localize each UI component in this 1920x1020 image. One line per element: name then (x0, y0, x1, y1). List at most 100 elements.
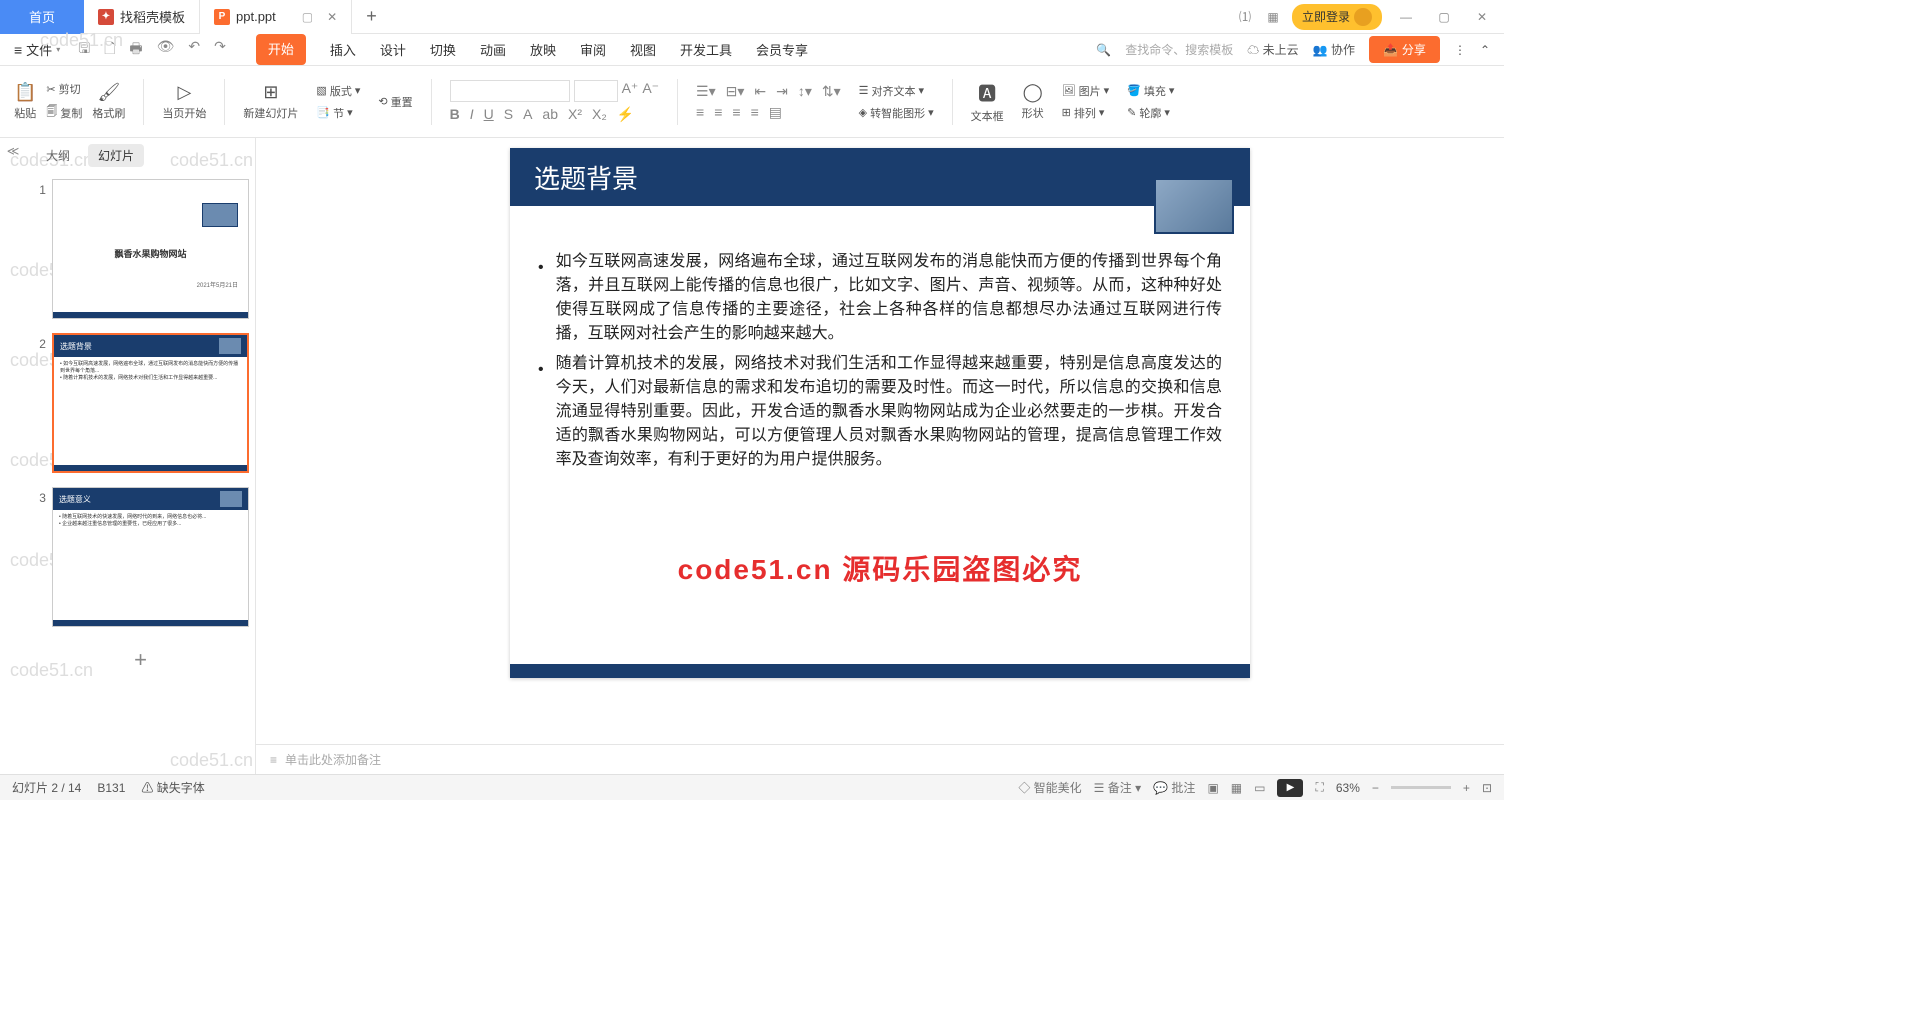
file-menu[interactable]: ≡ 文件 ▾ (14, 40, 60, 59)
undo-icon[interactable]: ↶ (188, 38, 200, 62)
share-button[interactable]: 📤 分享 (1369, 36, 1440, 63)
align-right-icon[interactable]: ≡ (732, 104, 740, 121)
section-button[interactable]: 📑 节 ▾ (316, 105, 360, 121)
slide-canvas[interactable]: 选题背景 • 如今互联网高速发展，网络遍布全球，通过互联网发布的消息能快而方便的… (510, 148, 1250, 678)
fit-icon[interactable]: ⛶ (1315, 780, 1323, 795)
indent-inc-icon[interactable]: ⇥ (776, 83, 788, 100)
clear-format-icon[interactable]: ⚡ (617, 106, 634, 123)
shape-button[interactable]: ◯形状 (1022, 82, 1044, 121)
arrange-button[interactable]: ⊞ 排列 ▾ (1062, 105, 1110, 121)
copy-button[interactable]: 🗐 复制 (46, 103, 82, 122)
missing-font-button[interactable]: ⚠ 缺失字体 (141, 779, 204, 796)
expand-icon[interactable]: ⌃ (1480, 43, 1490, 57)
italic-icon[interactable]: I (470, 106, 474, 123)
new-slide-button[interactable]: ⊞新建幻灯片 (243, 82, 298, 121)
close-icon[interactable]: ✕ (327, 10, 337, 24)
font-shrink-icon[interactable]: A⁻ (642, 80, 659, 102)
reset-button[interactable]: ⟲ 重置 (378, 94, 412, 110)
bullets-icon[interactable]: ☰▾ (696, 83, 716, 100)
fit-window-icon[interactable]: ⊡ (1482, 781, 1492, 795)
search-icon[interactable]: 🔍 (1096, 43, 1111, 57)
print-icon[interactable]: 🖶 (129, 38, 142, 62)
columns-icon[interactable]: ▤ (769, 104, 782, 121)
bold-icon[interactable]: B (450, 106, 460, 123)
font-size-select[interactable] (574, 80, 618, 102)
collapse-panel-icon[interactable]: ≪ (0, 138, 26, 774)
smart-graphics-button[interactable]: ◈ 转智能图形 ▾ (859, 105, 934, 121)
align-center-icon[interactable]: ≡ (714, 104, 722, 121)
zoom-slider[interactable] (1391, 786, 1451, 789)
smart-beautify-button[interactable]: ◇ 智能美化 (1018, 779, 1081, 796)
menu-tab-review[interactable]: 审阅 (580, 34, 606, 65)
from-current-button[interactable]: ▷当页开始 (162, 82, 206, 121)
menu-tab-slideshow[interactable]: 放映 (530, 34, 556, 65)
add-slide-button[interactable]: + (32, 641, 249, 679)
menu-tab-design[interactable]: 设计 (380, 34, 406, 65)
play-button[interactable]: ▶ (1277, 779, 1303, 797)
slide-thumbnail-2[interactable]: 选题背景 • 如今互联网高速发展，网络遍布全球，通过互联网发布的消息能快而方便的… (52, 333, 249, 473)
tab-slides[interactable]: 幻灯片 (88, 144, 144, 167)
tab-template[interactable]: ✦ 找稻壳模板 (84, 0, 200, 34)
view-sorter-icon[interactable]: ▦ (1231, 781, 1242, 795)
slide-thumbnail-1[interactable]: 飘香水果购物网站 2021年5月21日 (52, 179, 249, 319)
tab-home[interactable]: 首页 (0, 0, 84, 34)
redo-icon[interactable]: ↷ (214, 38, 226, 62)
zoom-level[interactable]: 63% (1336, 781, 1360, 795)
present-icon[interactable]: ▢ (302, 10, 313, 24)
fill-button[interactable]: 🪣 填充 ▾ (1127, 83, 1174, 99)
font-grow-icon[interactable]: A⁺ (622, 80, 639, 102)
open-icon[interactable]: 🗋 (104, 38, 115, 62)
textbox-button[interactable]: 🅰文本框 (971, 80, 1004, 124)
search-hint[interactable]: 查找命令、搜索模板 (1125, 41, 1233, 58)
picture-button[interactable]: 🖼 图片 ▾ (1062, 83, 1110, 99)
menu-tab-member[interactable]: 会员专享 (756, 34, 808, 65)
grid-icon[interactable]: ▦ (1264, 8, 1282, 26)
notes-toggle[interactable]: ☰ 备注 ▾ (1094, 779, 1141, 796)
superscript-icon[interactable]: X² (568, 106, 582, 123)
coop-button[interactable]: 👥 协作 (1313, 41, 1355, 58)
minimize-button[interactable]: — (1392, 10, 1420, 24)
strike-icon[interactable]: S (504, 106, 513, 123)
preview-icon[interactable]: 👁 (157, 38, 175, 62)
highlight-icon[interactable]: ab (542, 106, 558, 123)
notes-bar[interactable]: ≡ 单击此处添加备注 (256, 744, 1504, 774)
underline-icon[interactable]: U (484, 106, 494, 123)
menu-tab-view[interactable]: 视图 (630, 34, 656, 65)
menu-tab-transition[interactable]: 切换 (430, 34, 456, 65)
close-button[interactable]: ✕ (1468, 10, 1496, 24)
save-icon[interactable]: 🖫 (78, 38, 90, 62)
subscript-icon[interactable]: X₂ (592, 106, 607, 123)
font-select[interactable] (450, 80, 570, 102)
new-tab-button[interactable]: + (352, 6, 391, 27)
menu-tab-animation[interactable]: 动画 (480, 34, 506, 65)
zoom-in-icon[interactable]: + (1463, 781, 1470, 795)
indent-dec-icon[interactable]: ⇤ (754, 83, 766, 100)
align-text-button[interactable]: ☰ 对齐文本 ▾ (859, 83, 934, 99)
align-left-icon[interactable]: ≡ (696, 104, 704, 121)
view-reading-icon[interactable]: ▭ (1254, 781, 1265, 795)
layout-button[interactable]: ▧ 版式 ▾ (316, 83, 360, 99)
tab-outline[interactable]: 大纲 (36, 144, 80, 167)
comments-toggle[interactable]: 💬 批注 (1153, 779, 1195, 796)
numbering-icon[interactable]: ⊟▾ (726, 83, 745, 100)
maximize-button[interactable]: ▢ (1430, 10, 1458, 24)
font-color-icon[interactable]: A (523, 106, 532, 123)
menu-tab-insert[interactable]: 插入 (330, 34, 356, 65)
paste-button[interactable]: 📋粘贴 (14, 82, 36, 121)
format-brush-button[interactable]: 🖌格式刷 (92, 82, 125, 121)
tab-ppt[interactable]: P ppt.ppt ▢ ✕ (200, 0, 352, 34)
cloud-status[interactable]: ☁ 未上云 (1247, 41, 1298, 58)
layout1-icon[interactable]: ⑴ (1236, 8, 1254, 26)
align-justify-icon[interactable]: ≡ (751, 104, 759, 121)
zoom-out-icon[interactable]: − (1372, 781, 1379, 795)
login-button[interactable]: 立即登录 (1292, 4, 1382, 30)
cut-button[interactable]: ✂ 剪切 (46, 81, 82, 97)
line-spacing-icon[interactable]: ↕▾ (798, 83, 812, 100)
more-icon[interactable]: ⋮ (1454, 43, 1466, 57)
slide-thumbnail-3[interactable]: 选题意义 • 随着互联网技术的快速发展，网络时代的到来，网络信息也必将...• … (52, 487, 249, 627)
menu-tab-start[interactable]: 开始 (256, 34, 306, 65)
view-normal-icon[interactable]: ▣ (1207, 781, 1218, 795)
outline-button[interactable]: ✎ 轮廓 ▾ (1127, 105, 1174, 121)
text-dir-icon[interactable]: ⇅▾ (822, 83, 841, 100)
menu-tab-dev[interactable]: 开发工具 (680, 34, 732, 65)
